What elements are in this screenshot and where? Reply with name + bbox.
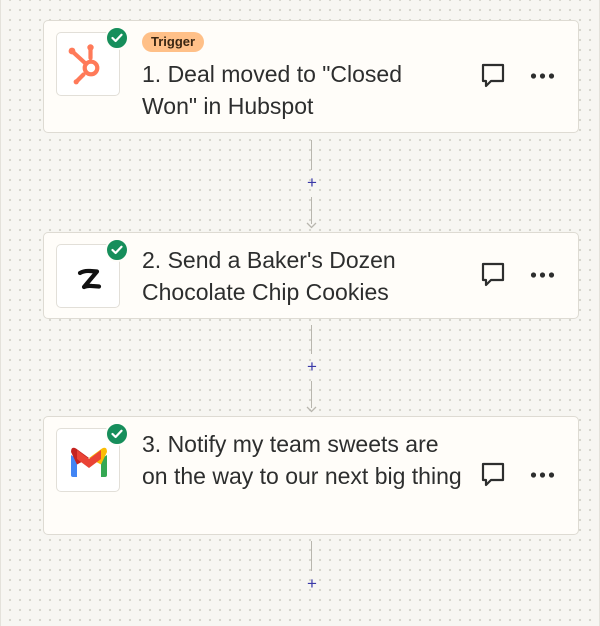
- step-title[interactable]: 3. Notify my team sweets are on the way …: [142, 428, 462, 492]
- app-icon-container: [56, 422, 129, 492]
- more-options-icon: [530, 73, 555, 79]
- comment-button[interactable]: [476, 258, 510, 292]
- more-options-button[interactable]: [524, 458, 560, 492]
- connector-line: [311, 197, 312, 224]
- arrow-down-icon: [306, 406, 317, 413]
- connector-line: [311, 140, 312, 170]
- app-icon-container: [56, 238, 129, 308]
- more-options-button[interactable]: [524, 258, 560, 292]
- step-card-3[interactable]: 3. Notify my team sweets are on the way …: [43, 416, 579, 535]
- step-title[interactable]: 2. Send a Baker's Dozen Chocolate Chip C…: [142, 244, 462, 308]
- step-card-1[interactable]: Trigger 1. Deal moved to "Closed Won" in…: [43, 20, 579, 133]
- step-card-2[interactable]: 2. Send a Baker's Dozen Chocolate Chip C…: [43, 232, 579, 319]
- check-icon: [105, 238, 129, 262]
- app-icon-container: [56, 26, 129, 96]
- check-icon: [105, 422, 129, 446]
- step-title[interactable]: 1. Deal moved to "Closed Won" in Hubspot: [142, 58, 462, 122]
- more-options-icon: [530, 472, 555, 478]
- comment-icon: [481, 262, 505, 287]
- more-options-icon: [530, 272, 555, 278]
- add-step-button[interactable]: +: [302, 575, 322, 593]
- connector-line: [311, 541, 312, 571]
- workflow-canvas: Trigger 1. Deal moved to "Closed Won" in…: [0, 0, 600, 626]
- check-icon: [105, 26, 129, 50]
- comment-icon: [481, 63, 505, 88]
- comment-button[interactable]: [476, 458, 510, 492]
- connector-line: [311, 381, 312, 408]
- more-options-button[interactable]: [524, 59, 560, 93]
- trigger-badge: Trigger: [142, 32, 205, 52]
- connector-line: [311, 325, 312, 354]
- add-step-button[interactable]: +: [302, 174, 322, 192]
- arrow-down-icon: [306, 222, 317, 229]
- comment-icon: [481, 462, 505, 487]
- comment-button[interactable]: [476, 59, 510, 93]
- add-step-button[interactable]: +: [302, 358, 322, 376]
